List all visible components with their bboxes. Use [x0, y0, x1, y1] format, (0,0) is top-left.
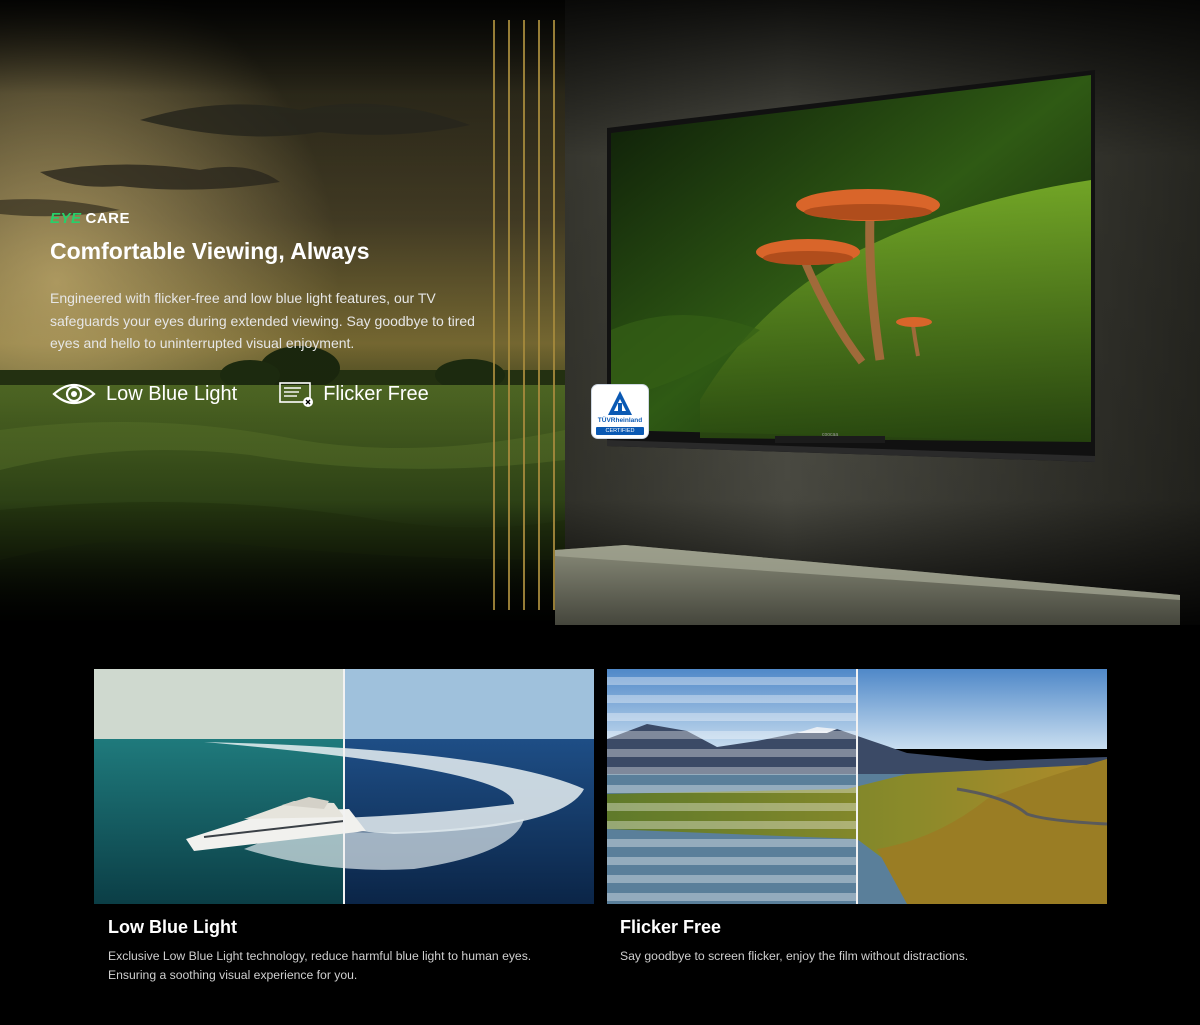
feature-list: Low Blue Light Flicker Free	[52, 378, 471, 410]
tv-brand-logo: coocaa	[822, 432, 838, 438]
tuv-certified-label: CERTIFIED	[596, 427, 644, 435]
tuv-certified-badge: TÜVRheinland CERTIFIED	[592, 385, 648, 438]
tuv-brand-text: TÜVRheinland	[597, 417, 643, 424]
feature-label-flicker-free: Flicker Free	[323, 382, 429, 405]
hero-description: Engineered with flicker-free and low blu…	[50, 290, 475, 351]
eye-care-care-text: CARE	[85, 210, 131, 227]
eye-care-logo: EYE CARE	[50, 210, 130, 227]
feature-flicker-free: Flicker Free	[279, 380, 429, 408]
hero-banner: coocaa TÜVRheinland CERTIFIED EYE CARE Co…	[0, 0, 1200, 625]
card-description-flicker-free: Say goodbye to screen flicker, enjoy the…	[620, 949, 969, 963]
feature-low-blue-light: Low Blue Light	[52, 378, 237, 410]
landscape-comparison-image	[607, 669, 1107, 904]
eye-care-eye-text: EYE	[50, 210, 82, 227]
card-low-blue-light: Low Blue Light Exclusive Low Blue Light …	[94, 669, 594, 982]
card-flicker-free: Flicker Free Say goodbye to screen flick…	[607, 669, 1107, 963]
card-title-low-blue-light: Low Blue Light	[108, 917, 237, 937]
feature-label-low-blue-light: Low Blue Light	[106, 382, 238, 405]
eye-icon	[52, 383, 96, 405]
card-title-flicker-free: Flicker Free	[620, 917, 722, 937]
card-description-low-blue-light: Exclusive Low Blue Light technology, red…	[108, 949, 532, 982]
yacht-comparison-image	[94, 669, 594, 904]
screen-no-flicker-icon	[279, 382, 314, 407]
page-title: Comfortable Viewing, Always	[50, 238, 370, 264]
